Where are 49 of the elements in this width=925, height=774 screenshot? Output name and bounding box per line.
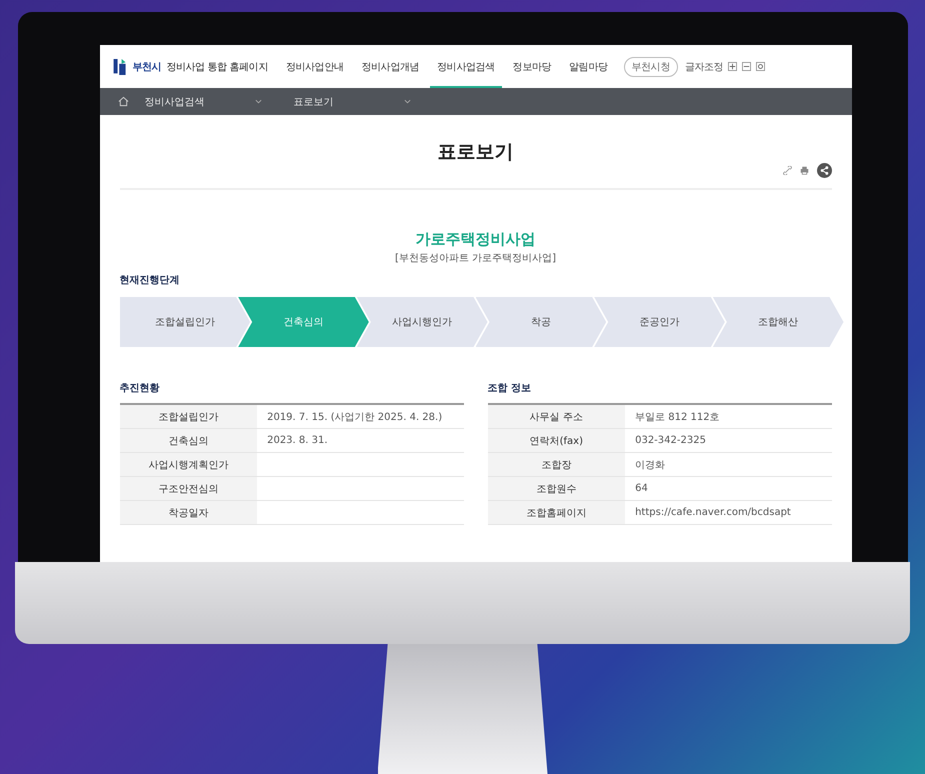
row-label: 사업시행계획인가 [120, 453, 258, 476]
row-label: 착공일자 [120, 501, 258, 524]
stage-step: 조합해산 [712, 297, 844, 347]
print-icon[interactable] [800, 166, 808, 175]
zoom-in-icon[interactable] [728, 62, 738, 71]
row-label: 연락처(fax) [488, 429, 626, 452]
breadcrumb-dropdown[interactable]: 정비사업검색 [144, 94, 244, 108]
row-label: 건축심의 [120, 429, 258, 452]
row-label: 조합홈페이지 [488, 501, 626, 524]
logo-text: 부천시 [132, 60, 162, 74]
link-icon[interactable] [782, 166, 792, 175]
stage-step: 착공 [476, 297, 606, 347]
row-value: 64 [634, 482, 649, 496]
city-hall-button[interactable]: 부천시청 [624, 56, 678, 76]
caret-icon [404, 99, 410, 104]
row-value: 2023. 8. 31. [266, 434, 329, 448]
row-label: 조합원수 [488, 477, 626, 500]
nav-tab[interactable]: 정비사업안내 [278, 45, 350, 88]
row-value: https://cafe.naver.com/bcdsapt [634, 506, 792, 520]
site-title: 정비사업 통합 홈페이지 [166, 60, 268, 74]
nav-tab[interactable]: 정비사업개념 [354, 45, 426, 88]
project-subtitle: [부천동성아파트 가로주택정비사업] [394, 252, 557, 265]
row-label: 사무실 주소 [488, 405, 626, 428]
table-heading: 추진현황 [120, 382, 160, 395]
nav-tab[interactable]: 정보마당 [506, 45, 558, 88]
home-icon[interactable] [118, 96, 128, 107]
row-label: 조합설립인가 [120, 405, 258, 428]
row-value: 032-342-2325 [634, 434, 707, 448]
breadcrumb-dropdown[interactable]: 표로보기 [294, 94, 394, 108]
row-value: 2019. 7. 15. (사업기한 2025. 4. 28.) [266, 410, 444, 424]
row-label: 구조안전심의 [120, 477, 258, 500]
caret-icon [254, 99, 262, 104]
project-title: 가로주택정비사업 [414, 230, 536, 249]
logo-icon [112, 56, 128, 76]
zoom-out-icon[interactable] [742, 62, 752, 71]
share-icon[interactable] [816, 163, 832, 178]
stage-heading: 현재진행단계 [120, 274, 180, 287]
stage-step: 조합설립인가 [120, 297, 250, 347]
row-value: 부일로 812 112호 [634, 410, 721, 424]
reset-icon[interactable] [756, 62, 766, 71]
stage-step: 준공인가 [594, 297, 725, 347]
row-label: 조합장 [488, 453, 626, 476]
stage-step: 건축심의 [238, 297, 369, 347]
row-value: 이경화 [634, 458, 666, 472]
nav-tab[interactable]: 알림마당 [562, 45, 615, 88]
font-size-label: 글자조정 [684, 60, 724, 74]
table-heading: 조합 정보 [488, 382, 532, 395]
page-title: 표로보기 [436, 140, 514, 165]
stage-step: 사업시행인가 [356, 297, 488, 347]
